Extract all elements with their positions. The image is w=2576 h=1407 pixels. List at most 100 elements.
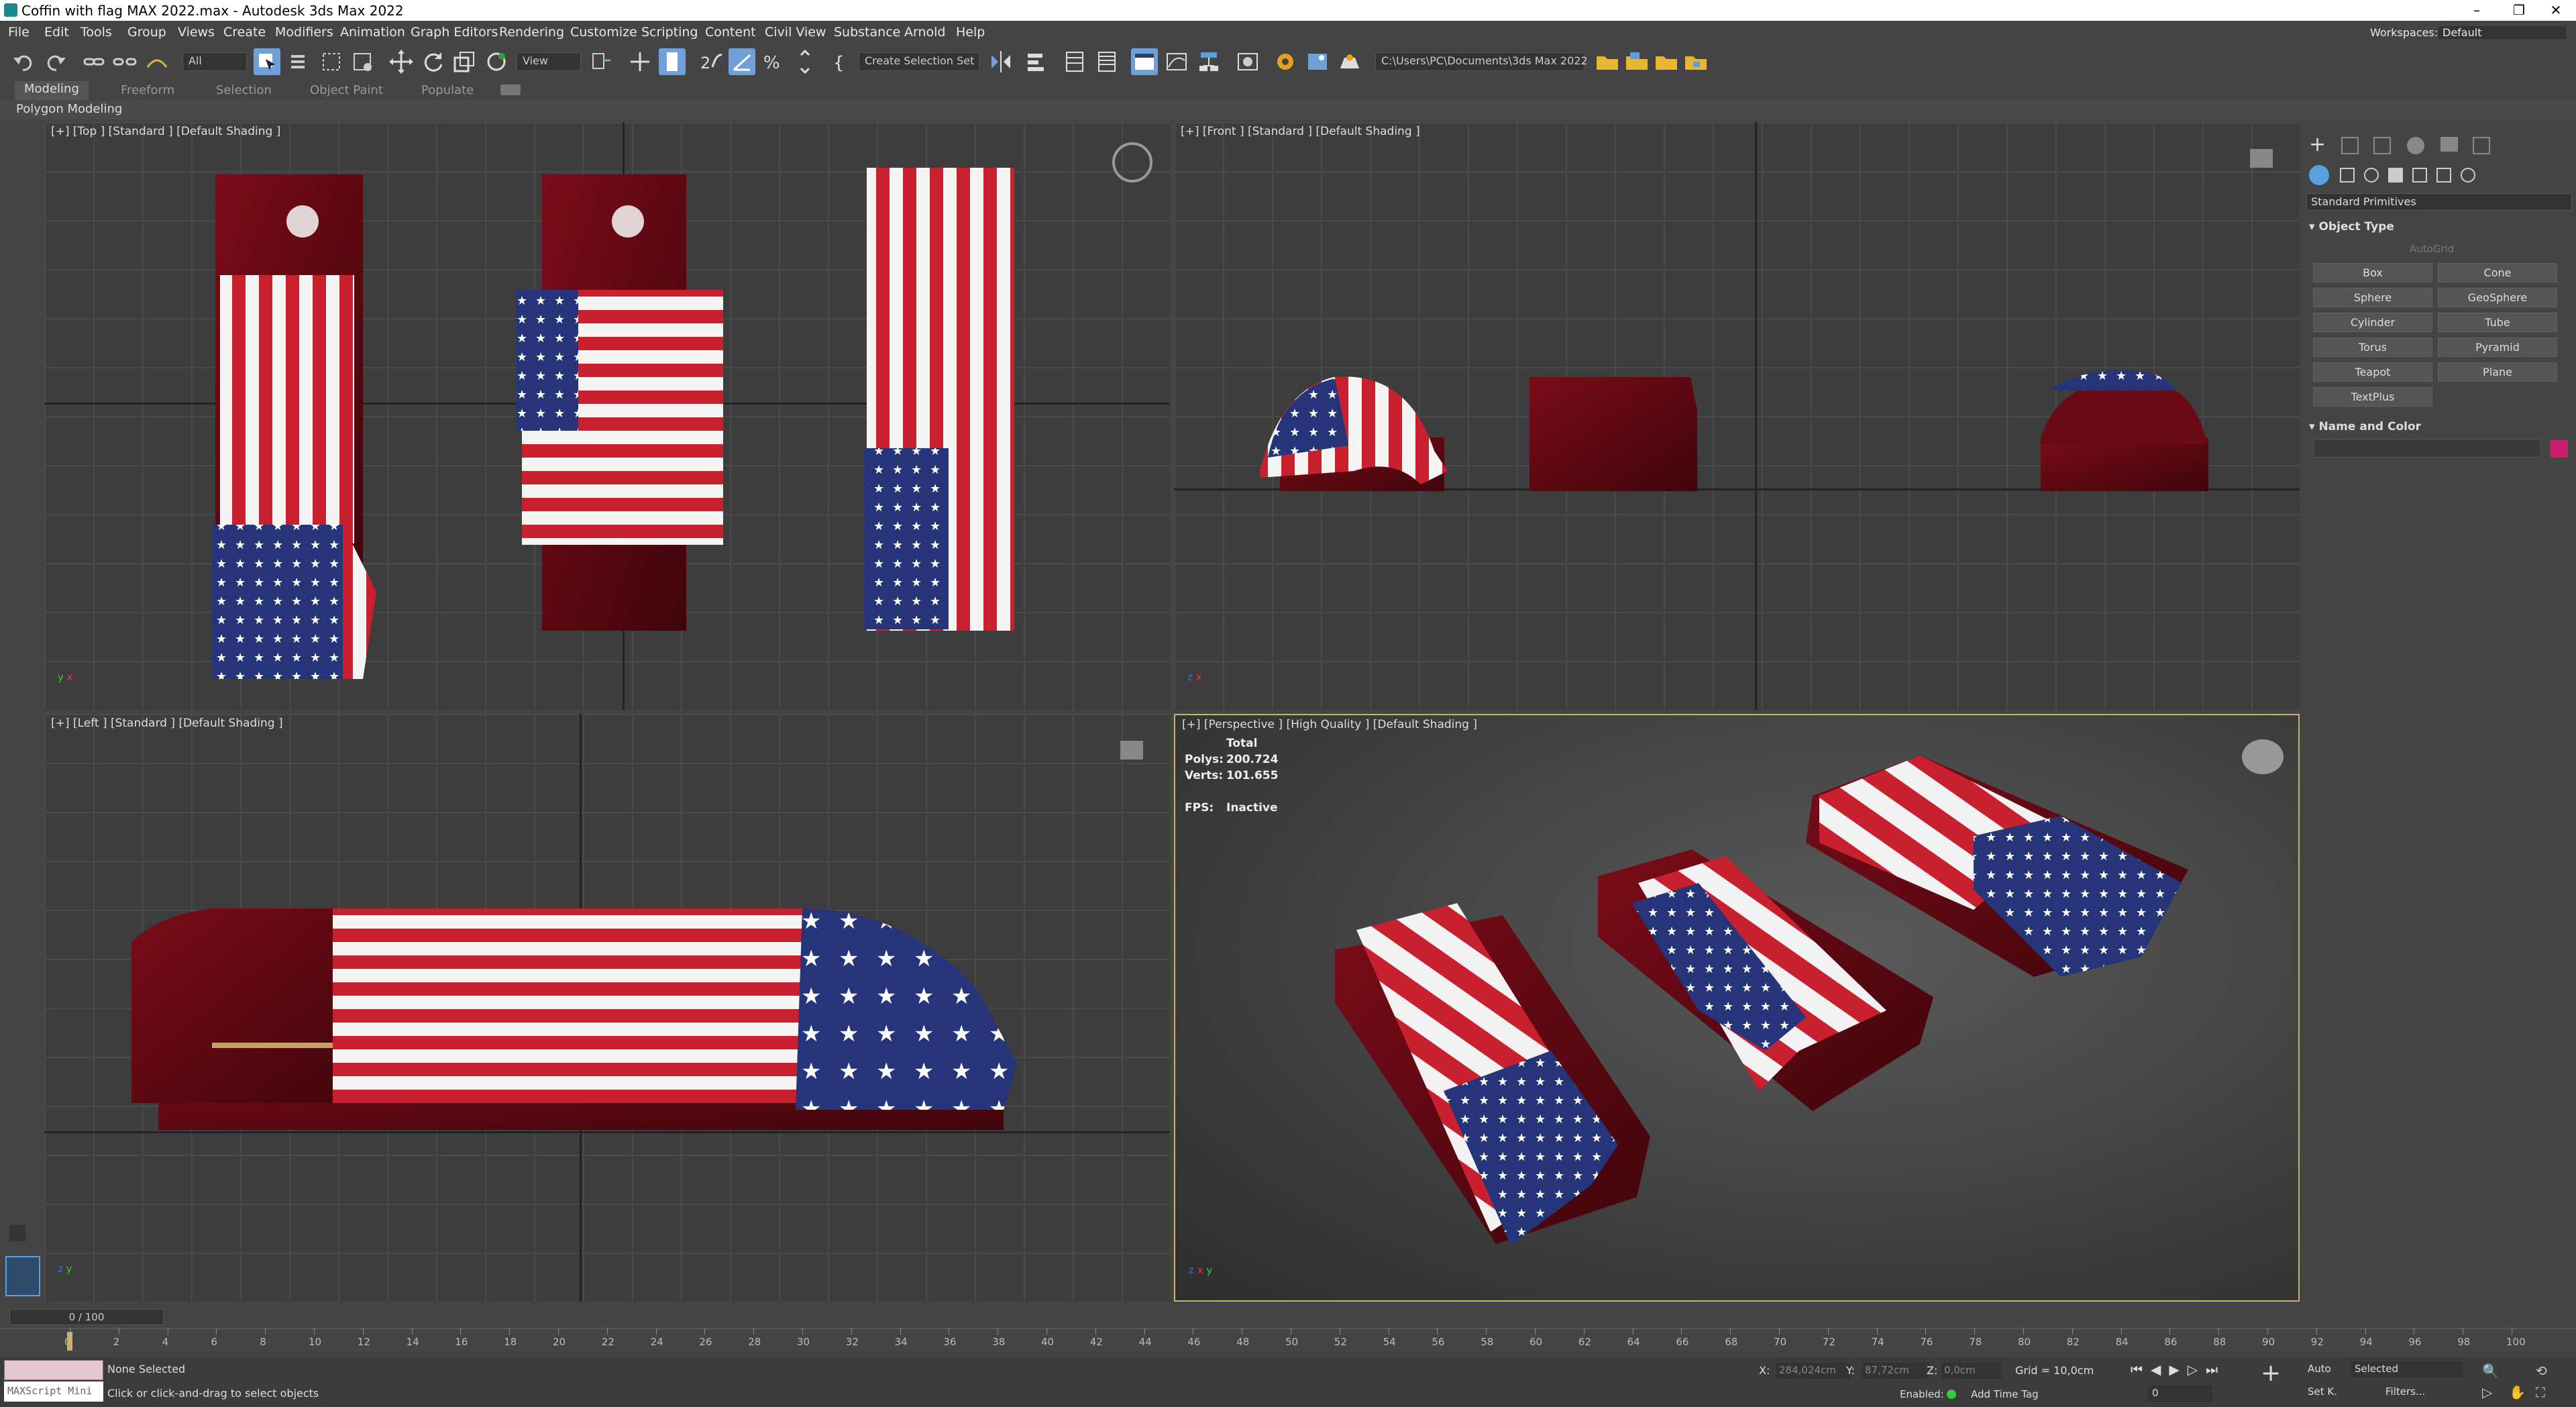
reference-coord-dropdown[interactable]: View — [517, 52, 581, 71]
scene-explorer-icon[interactable] — [1061, 48, 1088, 75]
project-folder-icon[interactable] — [1594, 48, 1621, 75]
menu-scripting[interactable]: Scripting — [641, 25, 698, 40]
menu-content[interactable]: Content — [705, 25, 756, 40]
key-filter-dropdown[interactable]: Selected — [2351, 1361, 2463, 1377]
bind-spacewarp-icon[interactable] — [144, 48, 170, 75]
rect-selection-icon[interactable] — [318, 48, 345, 75]
object-name-field[interactable] — [2313, 439, 2541, 458]
menu-file[interactable]: File — [8, 25, 30, 40]
shapes-icon[interactable] — [2340, 168, 2355, 183]
close-button[interactable]: ✕ — [2532, 0, 2576, 21]
snaps-toggle-icon[interactable]: 2 — [698, 48, 724, 75]
add-time-tag[interactable]: Add Time Tag — [1971, 1388, 2039, 1400]
zoom-icon[interactable]: 🔍 — [2482, 1363, 2499, 1379]
lights-icon[interactable] — [2364, 168, 2379, 183]
link-icon[interactable] — [80, 48, 107, 75]
z-coordinate-field[interactable]: 0,0cm — [1941, 1363, 2002, 1379]
tab-freeform[interactable]: Freeform — [121, 83, 174, 97]
tab-populate[interactable]: Populate — [421, 83, 474, 97]
selection-filter-dropdown[interactable]: All — [182, 52, 247, 71]
fov-icon[interactable]: ▷ — [2482, 1384, 2492, 1400]
redo-icon[interactable] — [42, 48, 68, 75]
folder-tree-icon[interactable] — [1653, 48, 1680, 75]
window-crossing-icon[interactable] — [349, 48, 376, 75]
render-production-icon[interactable] — [1336, 48, 1363, 75]
folder-settings-icon[interactable] — [1682, 48, 1709, 75]
viewport-left[interactable]: [+] [Left ] [Standard ] [Default Shading… — [44, 714, 1170, 1302]
workspaces-dropdown[interactable]: Default — [2438, 26, 2566, 39]
percent-snap-icon[interactable]: % — [759, 48, 786, 75]
unlink-icon[interactable] — [111, 48, 138, 75]
y-coordinate-field[interactable]: 87,72cm — [1862, 1363, 1929, 1379]
minimize-button[interactable]: – — [2453, 0, 2500, 21]
cameras-icon[interactable] — [2388, 168, 2403, 183]
systems-icon[interactable] — [2461, 168, 2475, 183]
rotate-icon[interactable] — [420, 48, 447, 75]
plane-button[interactable]: Plane — [2438, 362, 2557, 382]
menu-tools[interactable]: Tools — [80, 25, 112, 40]
hierarchy-tab-icon[interactable] — [2373, 137, 2391, 154]
maxscript-mini-listener[interactable]: MAXScript Mini — [4, 1382, 103, 1402]
viewport-perspective[interactable]: [+] [Perspective ] [High Quality ] [Defa… — [1174, 714, 2300, 1302]
layer-explorer-icon[interactable] — [1093, 48, 1120, 75]
ribbon-options-icon[interactable] — [500, 85, 521, 95]
object-color-swatch[interactable] — [2551, 440, 2568, 458]
scale-icon[interactable] — [451, 48, 478, 75]
time-cursor[interactable] — [67, 1332, 72, 1351]
render-setup-icon[interactable] — [1272, 48, 1299, 75]
pivot-center-icon[interactable] — [588, 48, 614, 75]
spacewarps-icon[interactable] — [2436, 168, 2451, 183]
sphere-button[interactable]: Sphere — [2313, 288, 2432, 307]
category-dropdown[interactable]: Standard Primitives — [2306, 193, 2572, 211]
orbit-icon[interactable]: ⟲ — [2536, 1363, 2547, 1379]
x-coordinate-field[interactable]: 284,024cm — [1776, 1363, 1850, 1379]
menu-civil-view[interactable]: Civil View — [765, 25, 826, 40]
object-type-rollout[interactable]: ▾ Object Type — [2309, 220, 2394, 233]
viewport-top[interactable]: [+] [Top ] [Standard ] [Default Shading … — [44, 122, 1170, 710]
align-icon[interactable] — [1022, 48, 1049, 75]
undo-icon[interactable] — [11, 48, 38, 75]
name-color-rollout[interactable]: ▾ Name and Color — [2309, 420, 2421, 433]
named-selection-icon[interactable]: { — [829, 48, 856, 75]
toggle-ribbon-icon[interactable] — [1131, 48, 1158, 75]
pyramid-button[interactable]: Pyramid — [2438, 337, 2557, 357]
torus-button[interactable]: Torus — [2313, 337, 2432, 357]
textplus-button[interactable]: TextPlus — [2313, 387, 2432, 407]
rendered-frame-icon[interactable] — [1304, 48, 1331, 75]
menu-rendering[interactable]: Rendering — [499, 25, 564, 40]
pan-icon[interactable]: ✋ — [2509, 1384, 2526, 1400]
helpers-icon[interactable] — [2412, 168, 2427, 183]
autogrid-checkbox[interactable]: AutoGrid — [2410, 243, 2454, 255]
polygon-modeling-label[interactable]: Polygon Modeling — [16, 102, 122, 116]
project-path-dropdown[interactable]: C:\Users\PC\Documents\3ds Max 2022 — [1375, 52, 1588, 71]
place-icon[interactable] — [483, 48, 510, 75]
keyboard-shortcut-icon[interactable] — [659, 48, 686, 75]
time-slider[interactable]: 0 / 100 — [9, 1309, 164, 1325]
menu-animation[interactable]: Animation — [340, 25, 405, 40]
curve-editor-icon[interactable] — [1163, 48, 1190, 75]
viewport-layout-icon[interactable] — [5, 1256, 40, 1296]
tab-object-paint[interactable]: Object Paint — [310, 83, 383, 97]
select-manipulate-icon[interactable] — [627, 48, 653, 75]
mirror-icon[interactable] — [987, 48, 1014, 75]
modify-tab-icon[interactable] — [2341, 137, 2359, 154]
select-by-name-icon[interactable] — [286, 48, 313, 75]
tube-button[interactable]: Tube — [2438, 313, 2557, 332]
cone-button[interactable]: Cone — [2438, 263, 2557, 282]
expand-arrow-icon[interactable] — [9, 1225, 25, 1241]
motion-tab-icon[interactable] — [2407, 137, 2424, 154]
material-editor-icon[interactable] — [1234, 48, 1261, 75]
viewport-front[interactable]: [+] [Front ] [Standard ] [Default Shadin… — [1174, 122, 2300, 710]
menu-edit[interactable]: Edit — [44, 25, 69, 40]
set-key-button[interactable]: Set K. — [2308, 1386, 2337, 1398]
menu-group[interactable]: Group — [127, 25, 166, 40]
utilities-tab-icon[interactable] — [2473, 137, 2490, 154]
open-folder-icon[interactable] — [1623, 48, 1650, 75]
menu-graph-editors[interactable]: Graph Editors — [411, 25, 498, 40]
menu-create[interactable]: Create — [223, 25, 266, 40]
display-tab-icon[interactable] — [2440, 137, 2458, 152]
tab-modeling[interactable]: Modeling — [15, 81, 89, 100]
teapot-button[interactable]: Teapot — [2313, 362, 2432, 382]
current-frame-field[interactable]: 0 — [2148, 1386, 2212, 1402]
move-icon[interactable] — [388, 48, 415, 75]
